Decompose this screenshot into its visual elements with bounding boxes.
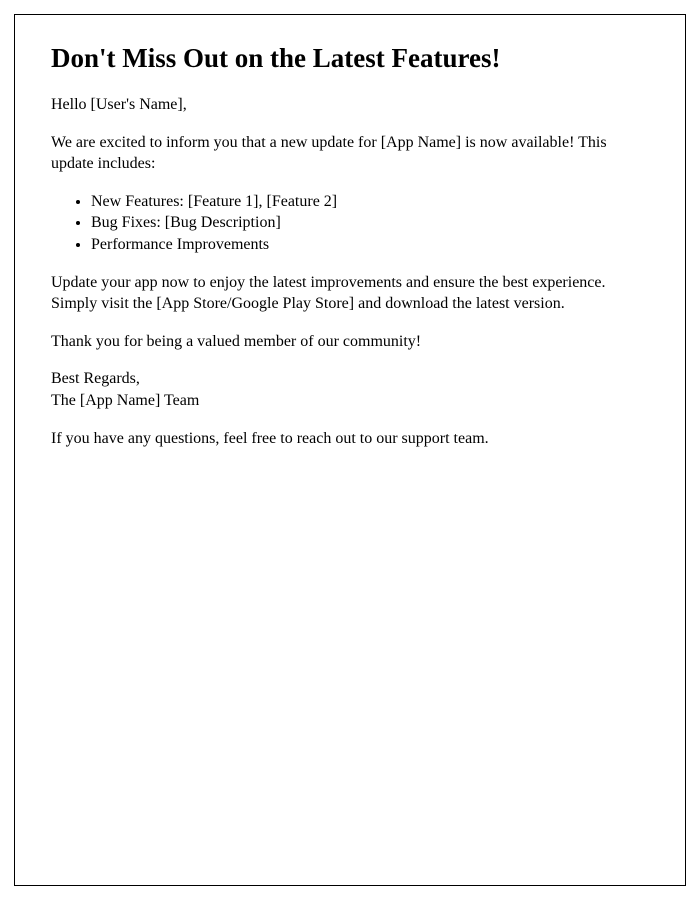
document-title: Don't Miss Out on the Latest Features!	[51, 43, 649, 74]
feature-list: New Features: [Feature 1], [Feature 2] B…	[91, 191, 649, 256]
thanks-text: Thank you for being a valued member of o…	[51, 331, 649, 353]
signoff-team: The [App Name] Team	[51, 390, 649, 412]
signoff-block: Best Regards, The [App Name] Team	[51, 368, 649, 411]
list-item: Performance Improvements	[91, 234, 649, 256]
intro-text: We are excited to inform you that a new …	[51, 132, 649, 175]
update-instructions: Update your app now to enjoy the latest …	[51, 272, 649, 315]
greeting-text: Hello [User's Name],	[51, 94, 649, 116]
support-text: If you have any questions, feel free to …	[51, 428, 649, 450]
list-item: Bug Fixes: [Bug Description]	[91, 212, 649, 234]
signoff-regards: Best Regards,	[51, 368, 649, 390]
list-item: New Features: [Feature 1], [Feature 2]	[91, 191, 649, 213]
document-frame: Don't Miss Out on the Latest Features! H…	[14, 14, 686, 886]
